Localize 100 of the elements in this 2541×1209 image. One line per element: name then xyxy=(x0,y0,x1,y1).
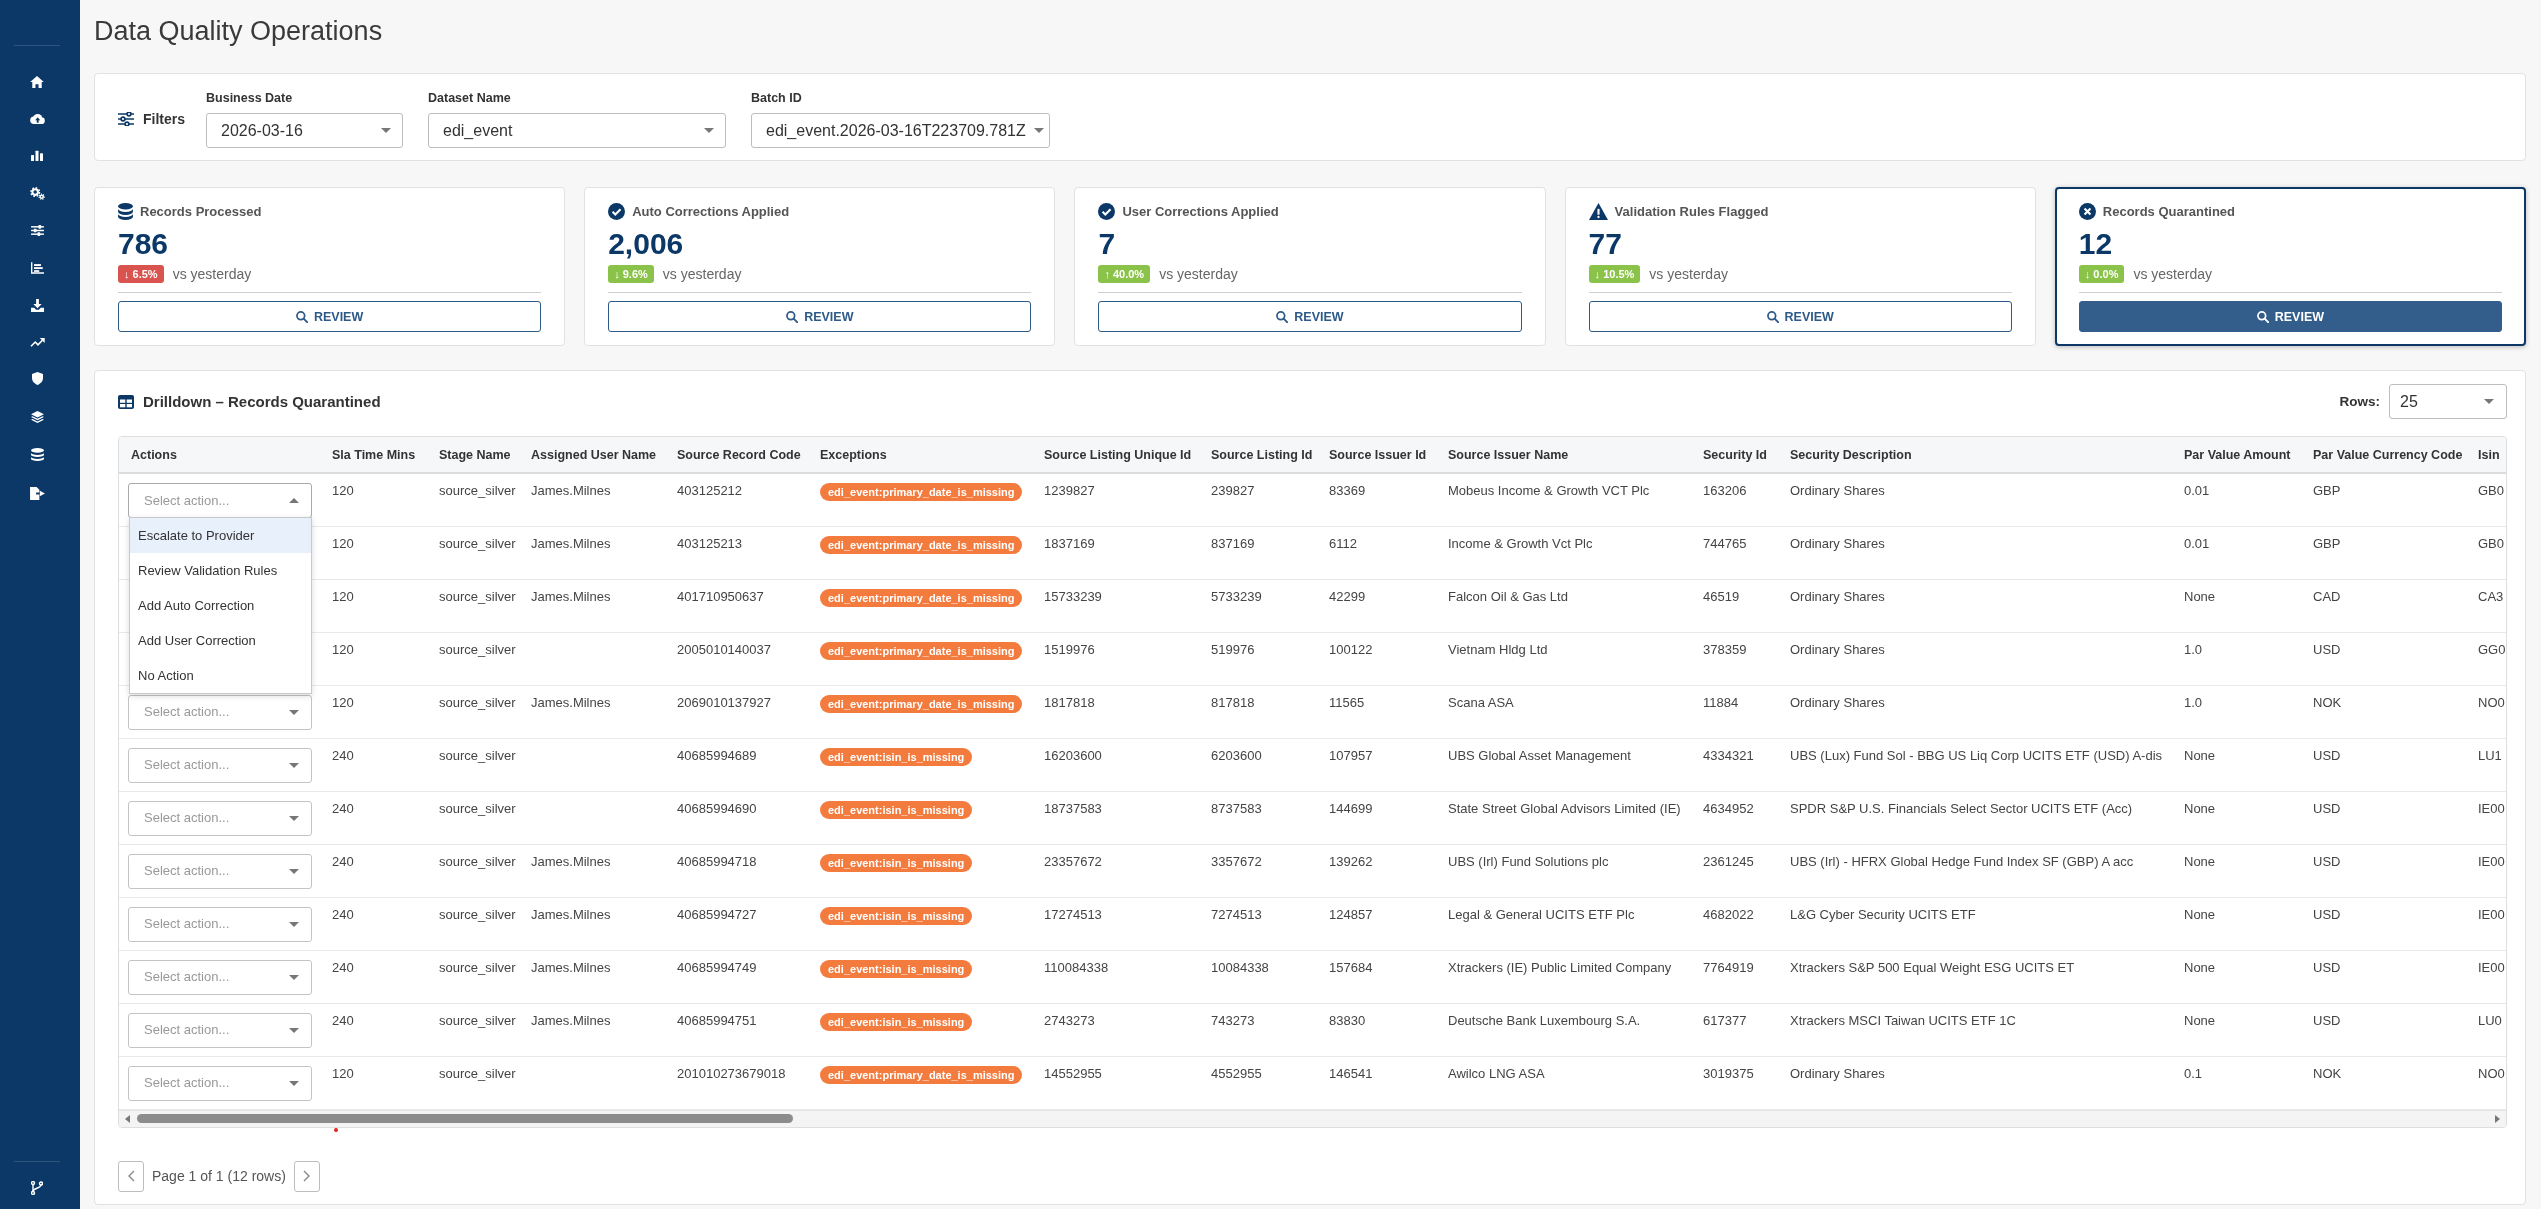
table-cell: 1.0 xyxy=(2172,685,2301,738)
table-cell: None xyxy=(2172,579,2301,632)
table-cell: 120 xyxy=(320,526,427,579)
shield-icon[interactable] xyxy=(31,372,43,385)
kpi-value: 7 xyxy=(1098,227,1116,261)
table-cell: 146541 xyxy=(1317,1056,1436,1109)
caret-icon xyxy=(381,128,391,133)
caret-icon xyxy=(289,498,299,503)
table-cell: 15733239 xyxy=(1032,579,1199,632)
table-cell: NO0 xyxy=(2469,1056,2506,1109)
table-cell: Scana ASA xyxy=(1436,685,1691,738)
filter-select[interactable]: edi_event xyxy=(428,113,726,148)
coins-icon[interactable] xyxy=(30,448,44,461)
column-header: Source Listing Id xyxy=(1199,437,1317,473)
branch-icon[interactable] xyxy=(31,1181,43,1195)
table-cell: None xyxy=(2172,1003,2301,1056)
menu-option[interactable]: Escalate to Provider xyxy=(130,518,311,553)
table-cell: 46519 xyxy=(1691,579,1778,632)
table-cell: 743273 xyxy=(1199,1003,1317,1056)
chart-icon[interactable] xyxy=(30,261,44,274)
exception-tag: edi_event:isin_is_missing xyxy=(820,959,973,978)
search-icon xyxy=(2256,310,2269,323)
column-header: Security Id xyxy=(1691,437,1778,473)
column-header: Par Value Currency Code xyxy=(2301,437,2469,473)
filter-select[interactable]: edi_event.2026-03-16T223709.781Z xyxy=(751,113,1050,148)
caret-icon xyxy=(289,709,299,715)
column-header: Stage Name xyxy=(427,437,519,473)
table-cell: IE00 xyxy=(2469,844,2506,897)
gears-icon[interactable] xyxy=(29,186,45,200)
kpi-value: 2,006 xyxy=(608,227,684,261)
table-cell: 100122 xyxy=(1317,632,1436,685)
layers-icon[interactable] xyxy=(30,410,44,423)
file-export-icon[interactable] xyxy=(29,486,45,500)
table-cell: USD xyxy=(2301,632,2469,685)
sliders-icon[interactable] xyxy=(30,225,44,236)
trend-up-icon[interactable] xyxy=(29,337,45,347)
download-icon[interactable] xyxy=(30,299,44,312)
table-cell: LU0 xyxy=(2469,1003,2506,1056)
filter-select[interactable]: 2026-03-16 xyxy=(206,113,403,148)
table-cell: 11565 xyxy=(1317,685,1436,738)
table-cell: 11884 xyxy=(1691,685,1778,738)
table-cell: source_silver xyxy=(427,579,519,632)
table-cell: 120 xyxy=(320,473,427,526)
table-cell: 3019375 xyxy=(1691,1056,1778,1109)
table-cell: Ordinary Shares xyxy=(1778,473,2172,526)
table-cell: USD xyxy=(2301,844,2469,897)
table-icon xyxy=(118,394,134,409)
table-cell: source_silver xyxy=(427,844,519,897)
review-button[interactable]: REVIEW xyxy=(2078,301,2502,332)
cloud-upload-icon[interactable] xyxy=(29,113,45,124)
page-info: Page 1 of 1 (12 rows) xyxy=(152,1168,286,1184)
exception-tag: edi_event:primary_date_is_missing xyxy=(820,588,1023,607)
scroll-right-icon[interactable] xyxy=(2495,1114,2500,1123)
table-cell: Xtrackers S&P 500 Equal Weight ESG UCITS ET xyxy=(1778,950,2172,1003)
change-tag: ↑ 40.0% xyxy=(1098,265,1151,283)
table-cell: Xtrackers (IE) Public Limited Company xyxy=(1436,950,1691,1003)
table-cell: 120 xyxy=(320,632,427,685)
exception-tag: edi_event:primary_date_is_missing xyxy=(820,535,1023,554)
table-cell: source_silver xyxy=(427,1003,519,1056)
exception-tag: edi_event:isin_is_missing xyxy=(820,853,973,872)
caret-icon xyxy=(704,128,714,133)
table-cell: 110084338 xyxy=(1032,950,1199,1003)
review-button[interactable]: REVIEW xyxy=(608,301,1032,332)
bar-chart-icon[interactable] xyxy=(31,149,43,161)
table-cell: 1239827 xyxy=(1032,473,1199,526)
kpi-title: Validation Rules Flagged xyxy=(1614,203,1769,219)
table-cell: 40685994690 xyxy=(665,791,808,844)
table-cell: source_silver xyxy=(427,473,519,526)
exception-tag: edi_event:isin_is_missing xyxy=(820,747,973,766)
caret-icon xyxy=(289,762,299,768)
menu-option[interactable]: Add User Correction xyxy=(130,623,311,658)
menu-option[interactable]: Review Validation Rules xyxy=(130,553,311,588)
table-cell: 139262 xyxy=(1317,844,1436,897)
table-cell: 617377 xyxy=(1691,1003,1778,1056)
table-cell: source_silver xyxy=(427,738,519,791)
search-icon xyxy=(1766,310,1779,323)
caret-icon xyxy=(289,1080,299,1086)
review-button[interactable]: REVIEW xyxy=(118,301,542,332)
table-cell: Vietnam Hldg Ltd xyxy=(1436,632,1691,685)
rows-select[interactable]: 25 xyxy=(2389,384,2507,419)
scrollbar-thumb[interactable] xyxy=(137,1114,793,1123)
home-icon[interactable] xyxy=(30,76,44,88)
table-cell: 10084338 xyxy=(1199,950,1317,1003)
kpi-title: Auto Corrections Applied xyxy=(632,203,790,219)
table-cell: James.Milnes xyxy=(519,526,665,579)
menu-option[interactable]: No Action xyxy=(130,658,311,693)
table-cell: 240 xyxy=(320,950,427,1003)
table-cell: James.Milnes xyxy=(519,1003,665,1056)
scroll-left-icon[interactable] xyxy=(125,1114,130,1123)
table-cell: 240 xyxy=(320,738,427,791)
column-header: Source Record Code xyxy=(665,437,808,473)
review-button[interactable]: REVIEW xyxy=(1588,301,2012,332)
table-cell: 124857 xyxy=(1317,897,1436,950)
menu-option[interactable]: Add Auto Correction xyxy=(130,588,311,623)
review-button[interactable]: REVIEW xyxy=(1098,301,1522,332)
table-cell: 817818 xyxy=(1199,685,1317,738)
caret-icon xyxy=(2484,399,2494,404)
table-cell: 0.1 xyxy=(2172,1056,2301,1109)
check-circle-icon xyxy=(1098,202,1116,220)
exception-tag: edi_event:primary_date_is_missing xyxy=(820,641,1023,660)
